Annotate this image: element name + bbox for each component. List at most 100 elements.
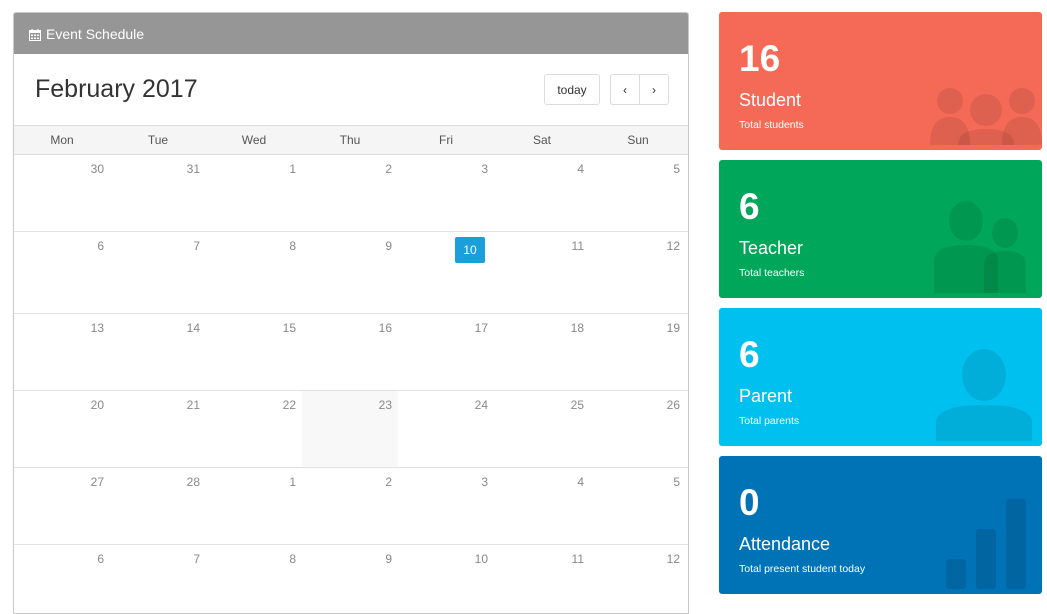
parent-subtitle: Total parents [739,415,800,427]
calendar-day[interactable]: 1 [206,468,302,544]
calendar-week: 13 14 15 16 17 18 19 [14,314,688,391]
calendar-day[interactable]: 5 [590,468,686,544]
day-number: 13 [90,321,104,335]
day-number: 11 [571,552,584,566]
calendar-day[interactable]: 2 [302,155,398,231]
calendar-day[interactable]: 3 [398,468,494,544]
day-number: 2 [385,475,392,489]
calendar-day[interactable]: 17 [398,314,494,390]
calendar-week: 6 7 8 9 10 11 12 [14,545,688,613]
calendar-day[interactable]: 15 [206,314,302,390]
calendar-day[interactable]: 7 [110,545,206,613]
teacher-stat-card[interactable]: 6 Teacher Total teachers [719,160,1042,298]
calendar-day[interactable]: 22 [206,391,302,467]
calendar-day[interactable]: 6 [14,545,110,613]
calendar-day[interactable]: 12 [590,232,686,313]
calendar-day[interactable]: 23 [302,391,398,467]
calendar-day[interactable]: 8 [206,545,302,613]
calendar-day[interactable]: 9 [302,232,398,313]
day-number: 3 [481,475,488,489]
calendar-day[interactable]: 5 [590,155,686,231]
attendance-label: Attendance [739,534,831,554]
calendar-day[interactable]: 26 [590,391,686,467]
calendar-day[interactable]: 21 [110,391,206,467]
day-number: 4 [577,475,584,489]
calendar-day[interactable]: 12 [590,545,686,613]
calendar-day[interactable]: 16 [302,314,398,390]
calendar-day[interactable]: 9 [302,545,398,613]
calendar-day[interactable]: 4 [494,155,590,231]
day-number: 5 [673,162,680,176]
weekday-wed: Wed [241,133,267,147]
day-number: 12 [666,239,680,253]
day-number: 22 [282,398,296,412]
month-title: February 2017 [35,75,198,103]
calendar-day[interactable]: 2 [302,468,398,544]
weekday-fri: Fri [439,133,453,147]
attendance-stat-card[interactable]: 0 Attendance Total present student today [719,456,1042,594]
calendar-day[interactable]: 24 [398,391,494,467]
day-number: 19 [666,321,680,335]
student-count: 16 [739,38,781,79]
day-number: 31 [186,162,200,176]
day-number: 16 [378,321,392,335]
calendar-day[interactable]: 28 [110,468,206,544]
calendar-week: 27 28 1 2 3 4 5 [14,468,688,545]
student-stat-card[interactable]: 16 Student Total students [719,12,1042,150]
day-number: 8 [289,239,296,253]
day-number: 12 [666,552,680,566]
bar-chart-icon [946,497,1028,594]
today-button[interactable]: today [544,74,600,105]
calendar-day[interactable]: 10 [398,545,494,613]
parent-stat-card[interactable]: 6 Parent Total parents [719,308,1042,446]
parent-count: 6 [739,334,760,375]
panel-title: Event Schedule [46,25,145,42]
calendar-day[interactable]: 6 [14,232,110,313]
day-number: 7 [193,552,200,566]
day-number: 28 [186,475,200,489]
day-number: 5 [673,475,680,489]
users-icon [930,85,1042,150]
calendar-week: 20 21 22 23 24 25 26 [14,391,688,468]
student-label: Student [739,90,802,110]
calendar-day[interactable]: 30 [14,155,110,231]
day-number: 8 [289,552,296,566]
parent-label: Parent [739,386,793,406]
calendar-day-highlighted[interactable]: 10 [398,232,494,313]
calendar-day[interactable]: 14 [110,314,206,390]
day-number: 23 [378,398,392,412]
calendar-week: 30 31 1 2 3 4 5 [14,155,688,232]
day-number-highlighted: 10 [455,237,485,263]
day-number: 10 [474,552,488,566]
calendar-day[interactable]: 25 [494,391,590,467]
calendar-day[interactable]: 11 [494,232,590,313]
calendar-day[interactable]: 4 [494,468,590,544]
calendar-day[interactable]: 3 [398,155,494,231]
day-number: 18 [570,321,584,335]
panel-header: Event Schedule [14,13,688,54]
calendar-day[interactable]: 8 [206,232,302,313]
day-number: 17 [474,321,488,335]
calendar-day[interactable]: 20 [14,391,110,467]
calendar-day[interactable]: 18 [494,314,590,390]
calendar-day[interactable]: 31 [110,155,206,231]
calendar-grid: 30 31 1 2 3 4 5 6 7 8 9 10 11 12 13 14 1… [14,155,688,613]
prev-month-button[interactable]: ‹ [610,74,640,105]
day-number: 21 [186,398,200,412]
next-month-button[interactable]: › [639,74,669,105]
weekday-mon: Mon [50,133,74,147]
day-number: 25 [570,398,584,412]
attendance-subtitle: Total present student today [739,563,866,575]
weekday-tue: Tue [147,133,169,147]
calendar-day[interactable]: 1 [206,155,302,231]
calendar-day[interactable]: 13 [14,314,110,390]
calendar-day[interactable]: 19 [590,314,686,390]
day-number: 4 [577,162,584,176]
teacher-count: 6 [739,186,760,227]
calendar-day[interactable]: 11 [494,545,590,613]
teacher-subtitle: Total teachers [739,267,805,279]
calendar-day[interactable]: 7 [110,232,206,313]
day-number: 11 [571,239,584,253]
weekday-thu: Thu [339,133,361,147]
calendar-day[interactable]: 27 [14,468,110,544]
